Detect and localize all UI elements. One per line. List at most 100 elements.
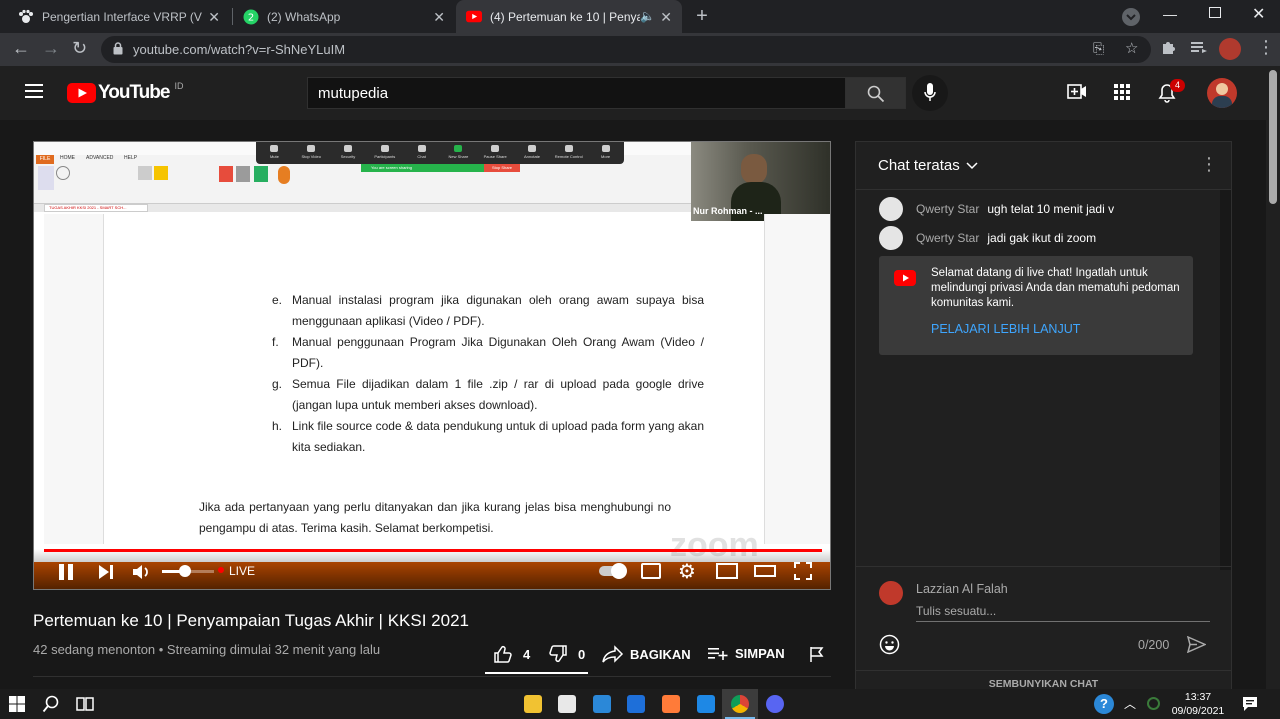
chat-text: jadi gak ikut di zoom (987, 231, 1097, 245)
notice-text: Selamat datang di live chat! Ingatlah un… (931, 267, 1180, 309)
send-icon[interactable] (1186, 635, 1207, 658)
save-button[interactable]: SIMPAN (708, 645, 785, 661)
forward-arrow-icon[interactable]: → (42, 38, 60, 59)
svg-text:2: 2 (248, 12, 254, 23)
next-icon[interactable] (98, 564, 114, 585)
windows-start-icon[interactable] (9, 696, 25, 717)
tab-whatsapp[interactable]: 2 (2) WhatsApp ✕ (233, 0, 455, 33)
player-controls (34, 549, 830, 589)
chrome-icon (731, 695, 749, 713)
window-close-icon[interactable]: ✕ (1252, 4, 1265, 24)
url-text: youtube.com/watch?v=r-ShNeYLuIM (133, 42, 346, 57)
dislike-button[interactable]: 0 (548, 645, 585, 663)
like-ratio-bar (485, 672, 588, 674)
page-scrollbar-thumb[interactable] (1269, 70, 1277, 204)
youtube-header: YouTube ID mutupedia 4 (0, 66, 1266, 120)
new-tab-button[interactable]: + (690, 4, 714, 28)
more-vert-icon[interactable]: ⋮ (1200, 154, 1218, 175)
autoplay-toggle[interactable] (599, 563, 627, 579)
share-button[interactable]: BAGIKAN (602, 645, 691, 663)
close-icon[interactable]: ✕ (433, 9, 445, 26)
minimize-icon[interactable]: — (1163, 6, 1177, 22)
restore-icon[interactable] (1209, 7, 1221, 18)
video-player[interactable]: FILE HOME ADVANCED HELP TUGAS AKHIR KKSI… (33, 141, 831, 590)
chat-mode-dropdown[interactable]: Chat teratas (878, 157, 978, 174)
youtube-icon (894, 270, 916, 286)
task-view-icon[interactable] (76, 696, 94, 717)
search-button[interactable] (845, 77, 906, 109)
address-bar[interactable]: youtube.com/watch?v=r-ShNeYLuIM ⎘ ☆ (101, 36, 1151, 63)
whatsapp-icon: 2 (243, 9, 259, 25)
youtube-logo-text: YouTube (98, 82, 170, 103)
chat-scrollbar-track[interactable] (1220, 190, 1231, 570)
subtitles-icon[interactable] (641, 563, 661, 579)
chat-author: Qwerty Star (916, 231, 980, 245)
install-app-icon[interactable]: ⎘ (1093, 40, 1104, 57)
page-scrollbar-track[interactable] (1266, 66, 1280, 689)
progress-track[interactable] (44, 549, 822, 552)
chat-header: Chat teratas ⋮ (856, 142, 1231, 190)
chat-mode-label: Chat teratas (878, 157, 960, 174)
live-chat-panel: Chat teratas ⋮ Qwerty Star ugh telat 10 … (855, 141, 1232, 691)
close-icon[interactable]: ✕ (208, 9, 220, 26)
search-icon[interactable] (42, 695, 60, 718)
pause-icon[interactable] (58, 563, 74, 586)
tray-chevron-up-icon[interactable]: ︿ (1124, 695, 1136, 712)
chat-message[interactable]: Qwerty Star ugh telat 10 menit jadi v (879, 197, 1114, 221)
chat-message[interactable]: Qwerty Star jadi gak ikut di zoom (879, 226, 1096, 250)
list-item: f. Manual penggunaan Program Jika Digunak… (272, 335, 704, 370)
list-item: h. Link file source code & data pendukung… (272, 419, 704, 454)
system-clock[interactable]: 13:37 09/09/2021 (1168, 690, 1228, 718)
dropbox-icon[interactable] (627, 695, 645, 713)
tab-vrrp[interactable]: Pengertian Interface VRRP (Virtu ✕ (8, 0, 230, 33)
avatar (879, 197, 903, 221)
live-label[interactable]: LIVE (229, 564, 255, 578)
clipboard-app-icon[interactable] (662, 695, 680, 713)
network-status-icon[interactable] (1147, 697, 1160, 710)
discord-icon[interactable] (766, 695, 784, 713)
back-arrow-icon[interactable]: ← (12, 38, 30, 59)
chat-text: ugh telat 10 menit jadi v (987, 202, 1115, 216)
avatar[interactable] (1207, 78, 1237, 108)
chrome-taskbar-button[interactable] (722, 689, 758, 719)
file-explorer-icon[interactable] (524, 695, 542, 713)
search-input[interactable]: mutupedia (307, 77, 846, 109)
miniplayer-icon[interactable] (716, 563, 738, 579)
vscode-icon[interactable] (697, 695, 715, 713)
reload-icon[interactable]: ↻ (72, 38, 87, 59)
chat-input[interactable]: Tulis sesuatu... (916, 602, 1210, 622)
tab-youtube[interactable]: (4) Pertemuan ke 10 | Penyan 🔈 ✕ (456, 0, 682, 33)
close-icon[interactable]: ✕ (660, 9, 672, 26)
extensions-puzzle-icon[interactable] (1160, 39, 1176, 60)
clock-date: 09/09/2021 (1171, 705, 1225, 717)
create-video-icon[interactable] (1067, 83, 1087, 105)
emoji-icon[interactable] (879, 634, 900, 660)
chevron-down-icon (966, 161, 978, 169)
help-icon[interactable]: ? (1094, 694, 1114, 714)
microphone-icon (924, 83, 936, 101)
hamburger-menu-icon[interactable] (25, 84, 43, 103)
store-icon[interactable] (558, 695, 576, 713)
bookmark-star-icon[interactable]: ☆ (1125, 39, 1138, 57)
mail-icon[interactable] (593, 695, 611, 713)
report-flag-icon[interactable] (809, 646, 825, 668)
speaker-icon[interactable]: 🔈 (640, 9, 655, 23)
voice-search-button[interactable] (912, 75, 948, 111)
profile-avatar[interactable] (1219, 38, 1241, 60)
apps-grid-icon[interactable] (1114, 84, 1130, 105)
thumbs-up-icon (494, 645, 512, 663)
like-button[interactable]: 4 (493, 645, 530, 663)
more-vert-icon[interactable]: ⋮ (1257, 37, 1275, 58)
settings-gear-icon[interactable]: ⚙ (678, 559, 696, 584)
tab-search-button[interactable] (1122, 8, 1140, 26)
theater-mode-icon[interactable] (754, 565, 776, 577)
volume-slider[interactable] (162, 565, 214, 577)
avatar (879, 226, 903, 250)
youtube-logo[interactable]: YouTube ID (67, 81, 183, 104)
action-center-icon[interactable] (1242, 696, 1258, 717)
reading-list-icon[interactable] (1190, 39, 1208, 60)
fullscreen-icon[interactable] (794, 562, 812, 585)
volume-icon[interactable] (132, 563, 152, 586)
chat-input-placeholder: Tulis sesuatu... (916, 604, 997, 618)
learn-more-link[interactable]: PELAJARI LEBIH LANJUT (931, 322, 1080, 336)
